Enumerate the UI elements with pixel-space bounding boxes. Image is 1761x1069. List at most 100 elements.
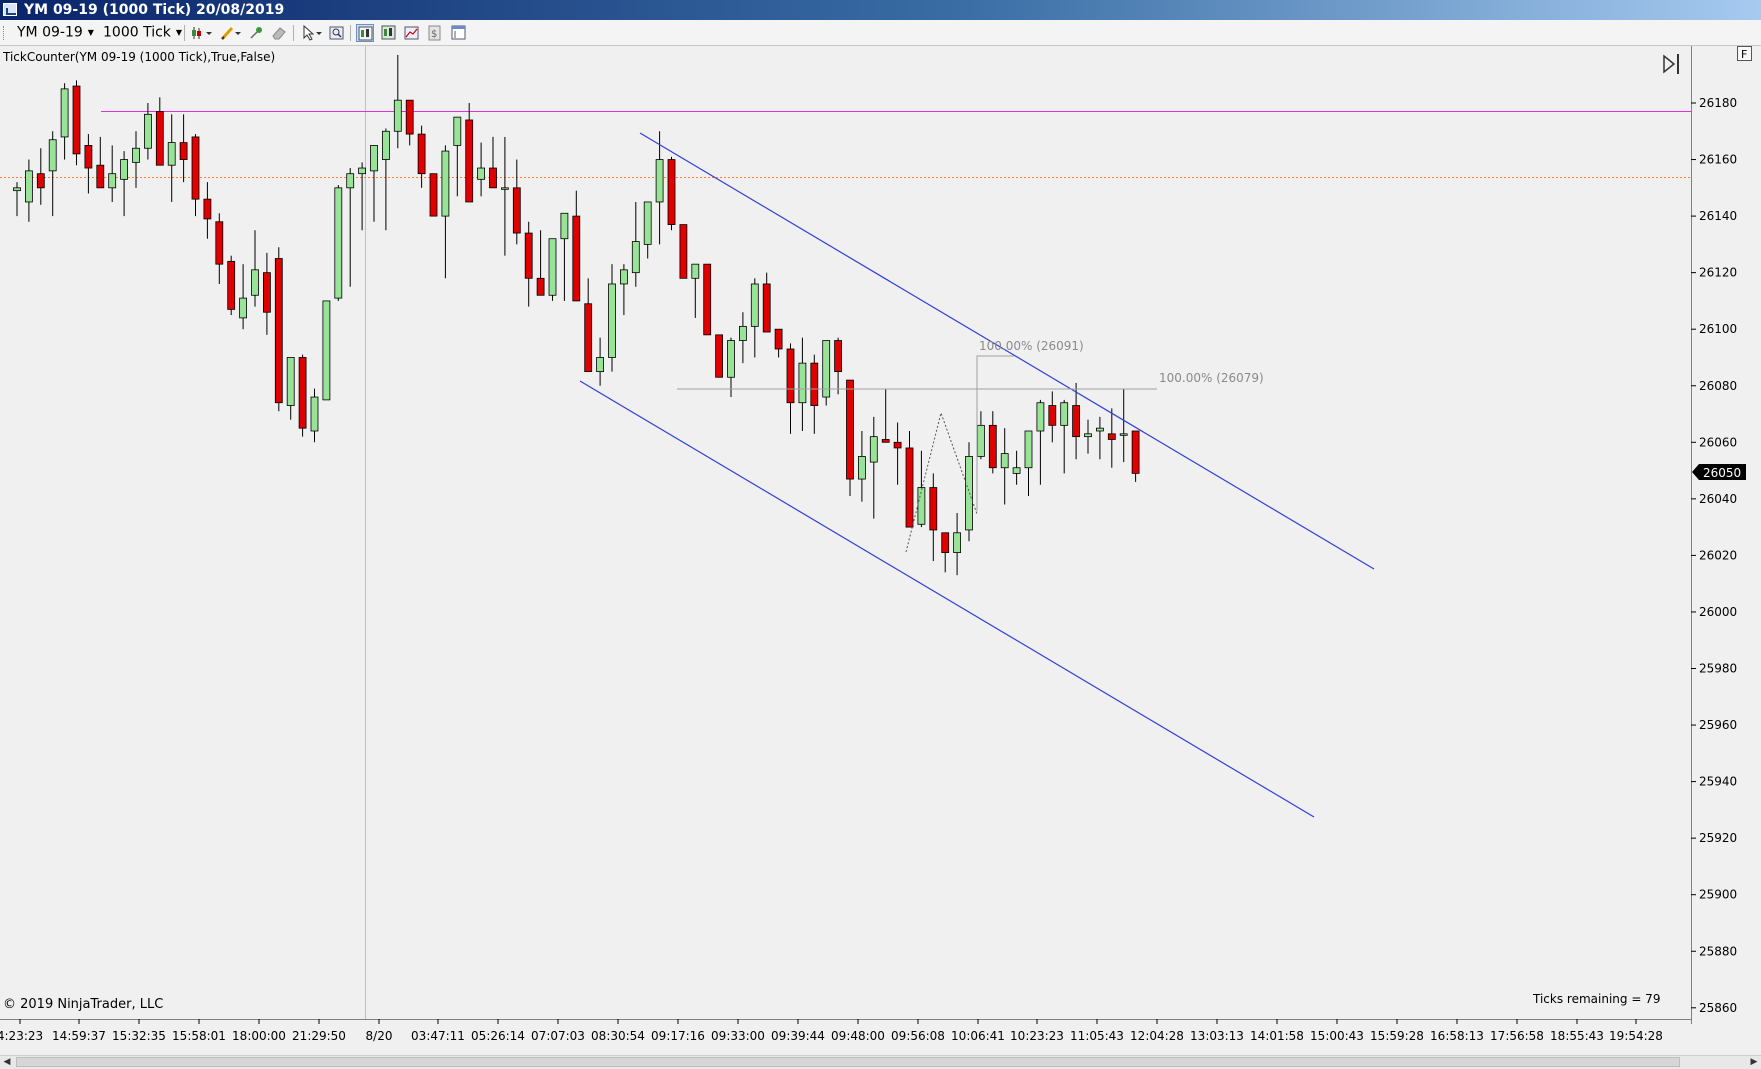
- chevron-down-icon: ▼: [175, 28, 183, 37]
- candle-body: [167, 142, 176, 166]
- time-tick-label: 16:58:13: [1430, 1029, 1484, 1043]
- zoom-icon[interactable]: [328, 24, 346, 42]
- time-tick-label: 09:48:00: [831, 1029, 885, 1043]
- candle-body: [500, 187, 509, 190]
- pin-tool-button[interactable]: [247, 24, 265, 42]
- candle: [274, 247, 283, 412]
- candle-body: [334, 187, 343, 299]
- drawing-tool-pencil-button[interactable]: [219, 24, 243, 42]
- toolbar-grip[interactable]: [3, 26, 7, 40]
- cursor-select-button[interactable]: [300, 24, 324, 42]
- time-tick-label: 18:55:43: [1550, 1029, 1604, 1043]
- candle-body: [893, 441, 902, 449]
- candle-body: [417, 133, 426, 175]
- candle-body: [1131, 430, 1140, 474]
- candle: [548, 238, 557, 301]
- scrollbar-thumb[interactable]: [16, 1057, 1680, 1067]
- time-tick-label: 13:03:13: [1190, 1029, 1244, 1043]
- candle-body: [274, 258, 283, 404]
- candle-body: [465, 119, 474, 203]
- indicators-button[interactable]: [380, 24, 398, 42]
- candle-body: [715, 334, 723, 378]
- ninjatrader-app-icon: [3, 3, 17, 16]
- candle-body: [762, 283, 771, 333]
- time-tick-label: 14:59:37: [52, 1029, 106, 1043]
- price-tick-label: 25880: [1699, 944, 1737, 958]
- candle-body: [798, 362, 807, 404]
- panel-f-button[interactable]: F: [1737, 46, 1752, 62]
- panel-f-label: F: [1741, 48, 1747, 61]
- candle: [703, 263, 712, 336]
- data-box-button[interactable]: [450, 24, 468, 42]
- price-tick-label: 26180: [1699, 96, 1737, 110]
- candle-body: [179, 142, 188, 160]
- candle-body: [298, 357, 307, 429]
- time-tick-label: 09:33:00: [711, 1029, 765, 1043]
- candle-body: [262, 272, 271, 313]
- candle-body: [286, 357, 295, 406]
- time-tick-label: 8/20: [366, 1029, 393, 1043]
- candle-body: [429, 173, 438, 217]
- candle-body: [739, 325, 747, 341]
- candle-body: [393, 99, 402, 132]
- price-chart[interactable]: 25860 25880 25900 25920 25940 25960 25980 26000…: [0, 46, 1761, 1055]
- dollar-icon[interactable]: $: [426, 24, 444, 42]
- time-tick-label: 21:29:50: [292, 1029, 346, 1043]
- toolbar-separator: [293, 25, 294, 41]
- interval-dropdown[interactable]: 1000 Tick ▼: [103, 23, 182, 42]
- price-tick-label: 26060: [1699, 435, 1737, 449]
- price-tick-label: 25900: [1699, 888, 1737, 902]
- price-tick-label: 26040: [1699, 492, 1737, 506]
- candle: [846, 379, 854, 497]
- scroll-right-icon[interactable]: ▶: [1747, 1056, 1761, 1069]
- price-tick-label: 25960: [1699, 718, 1737, 732]
- chevron-down-icon: ▼: [87, 28, 94, 37]
- candle-body: [679, 224, 688, 279]
- candle-body: [1096, 427, 1104, 432]
- candle-body: [691, 263, 700, 279]
- candle-body: [584, 303, 593, 373]
- candle: [227, 255, 236, 316]
- candle-body: [667, 159, 676, 225]
- candle-body: [1119, 433, 1128, 436]
- chart-toolbar: YM 09-19 ▼ 1000 Tick ▼ $: [0, 20, 1761, 46]
- candle-body: [155, 111, 164, 166]
- toolbar-separator: [184, 25, 185, 41]
- horizontal-scrollbar[interactable]: ◀ ▶: [0, 1055, 1761, 1069]
- instrument-value: YM 09-19: [17, 24, 83, 41]
- candle-body: [370, 145, 378, 172]
- time-tick-label: 11:05:43: [1070, 1029, 1124, 1043]
- time-tick-label: 12:04:28: [1130, 1029, 1184, 1043]
- time-tick-label: 4:23:23: [0, 1029, 43, 1043]
- time-tick-label: 15:00:43: [1310, 1029, 1364, 1043]
- scroll-left-icon[interactable]: ◀: [0, 1056, 14, 1069]
- time-tick-label: 15:32:35: [112, 1029, 166, 1043]
- strategies-button[interactable]: [403, 24, 421, 42]
- properties-button[interactable]: [356, 24, 374, 42]
- candle-body: [24, 170, 33, 203]
- candle-body: [512, 187, 521, 234]
- candle-body: [846, 379, 854, 480]
- ticks-remaining-text: Ticks remaining = 79: [1532, 992, 1660, 1006]
- candle-body: [917, 487, 926, 525]
- indicator-label: TickCounter(YM 09-19 (1000 Tick),True,Fa…: [2, 50, 275, 64]
- candle-body: [453, 116, 462, 146]
- candle-body: [358, 167, 367, 175]
- interval-value: 1000 Tick: [103, 24, 171, 41]
- candle-body: [36, 173, 45, 189]
- candle-body: [1012, 467, 1021, 474]
- chart-style-button[interactable]: [190, 24, 214, 42]
- eraser-button[interactable]: [270, 24, 288, 42]
- svg-text:$: $: [431, 29, 437, 40]
- fib-label-2: 100.00% (26079): [1159, 371, 1264, 385]
- time-tick-label: 10:06:41: [951, 1029, 1005, 1043]
- candle-body: [881, 439, 890, 443]
- instrument-dropdown[interactable]: YM 09-19 ▼: [17, 23, 94, 42]
- time-tick-label: 07:07:03: [531, 1029, 585, 1043]
- chart-plot-area[interactable]: [0, 46, 1691, 1019]
- candle: [72, 80, 81, 166]
- price-axis-panel[interactable]: [1691, 46, 1761, 1019]
- window-titlebar: YM 09-19 (1000 Tick) 20/08/2019: [0, 0, 1761, 20]
- candle-body: [1084, 433, 1092, 438]
- price-tick-label: 26080: [1699, 379, 1737, 393]
